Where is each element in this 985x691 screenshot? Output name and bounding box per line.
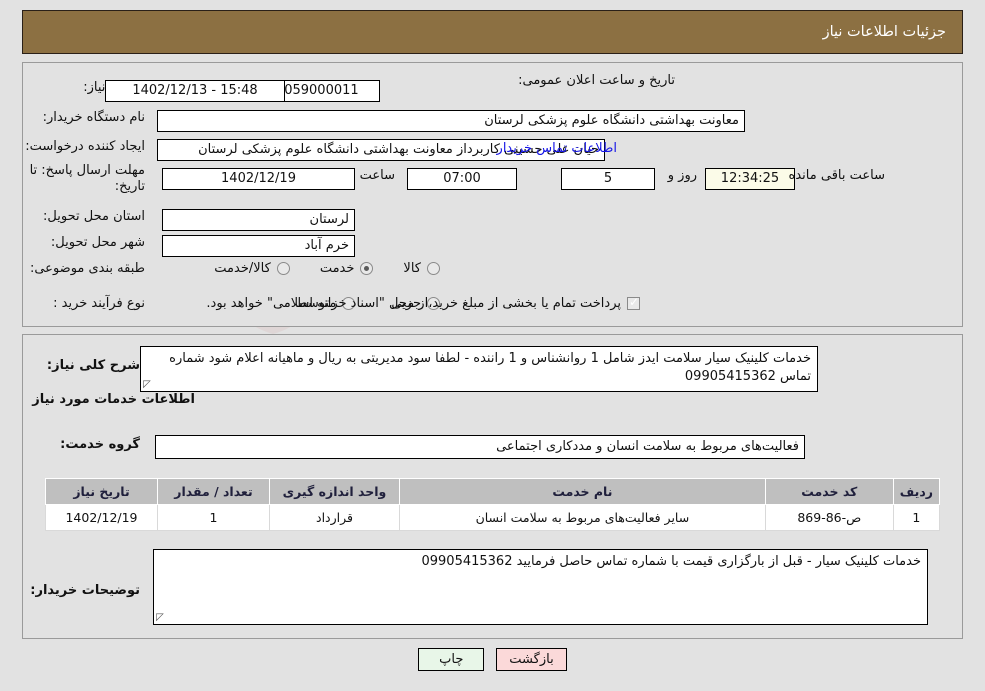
category-option-kala-khedmat[interactable]: کالا/خدمت bbox=[214, 261, 290, 276]
purchase-type-label: نوع فرآیند خرید : bbox=[53, 296, 145, 311]
cell-unit: قرارداد bbox=[269, 504, 400, 531]
buyer-org-field-wrap: معاونت بهداشتی دانشگاه علوم پزشکی لرستان bbox=[157, 110, 745, 132]
general-description-label: شرح کلی نیاز: bbox=[46, 358, 140, 373]
cell-code: ص-86-869 bbox=[764, 504, 894, 531]
column-header-date: تاریخ نیاز bbox=[45, 478, 158, 505]
buyer-contact-link[interactable]: اطلاعات تماس خریدار bbox=[497, 141, 617, 156]
buyer-notes-textarea[interactable]: خدمات کلینیک سیار - قبل از بارگزاری قیمت… bbox=[153, 549, 928, 625]
remaining-label-wrap: ساعت باقی مانده bbox=[789, 168, 885, 183]
column-header-quantity: تعداد / مقدار bbox=[157, 478, 270, 505]
radio-icon[interactable] bbox=[276, 262, 290, 275]
deadline-days-wrap: 5 bbox=[561, 168, 655, 190]
deadline-days-label-wrap: روز و bbox=[668, 168, 697, 183]
radio-icon[interactable] bbox=[427, 262, 440, 275]
deadline-date-field[interactable]: 1402/12/19 bbox=[162, 168, 355, 190]
city-label: شهر محل تحویل: bbox=[50, 235, 145, 250]
page-root: AniaTender.net جزئیات اطلاعات نیاز شماره… bbox=[0, 0, 985, 691]
buyer-org-label-wrap: نام دستگاه خریدار: bbox=[43, 110, 145, 125]
countdown-wrap: 12:34:25 bbox=[705, 168, 795, 190]
category-radio-group: کالا خدمت کالا/خدمت bbox=[214, 261, 440, 276]
city-field-wrap: خرم آباد bbox=[162, 235, 355, 257]
deadline-hour-wrap: 07:00 bbox=[407, 168, 517, 190]
province-label-wrap: استان محل تحویل: bbox=[43, 209, 145, 224]
treasury-checkbox-wrap[interactable]: پرداخت تمام یا بخشی از مبلغ خرید،از محل … bbox=[206, 295, 640, 311]
deadline-days-label: روز و bbox=[667, 168, 697, 183]
action-button-bar: بازگشت چاپ bbox=[0, 648, 985, 671]
service-group-label-wrap: گروه خدمت: bbox=[60, 437, 140, 452]
service-group-field-wrap: فعالیت‌های مربوط به سلامت انسان و مددکار… bbox=[155, 435, 805, 459]
table-header-row: ردیف کد خدمت نام خدمت واحد اندازه گیری ت… bbox=[45, 478, 941, 505]
cell-date: 1402/12/19 bbox=[45, 504, 158, 531]
countdown-timer: 12:34:25 bbox=[705, 168, 795, 190]
column-header-code: کد خدمت bbox=[764, 478, 894, 505]
radio-icon[interactable] bbox=[360, 262, 374, 275]
announce-datetime-field-wrap: 1402/12/13 - 15:48 bbox=[105, 80, 285, 102]
deadline-hour-label-wrap: ساعت bbox=[360, 168, 395, 183]
column-header-unit: واحد اندازه گیری bbox=[269, 478, 400, 505]
cell-index: 1 bbox=[892, 504, 941, 531]
city-field[interactable]: خرم آباد bbox=[162, 235, 355, 257]
general-description-value: خدمات کلینیک سیار سلامت ایدز شامل 1 روان… bbox=[169, 351, 811, 384]
services-table: ردیف کد خدمت نام خدمت واحد اندازه گیری ت… bbox=[45, 478, 941, 531]
category-option-label: کالا bbox=[403, 261, 421, 276]
services-section-heading: اطلاعات خدمات مورد نیاز bbox=[32, 392, 195, 407]
deadline-remaining-label: ساعت باقی مانده bbox=[788, 168, 885, 183]
category-label: طبقه بندی موضوعی: bbox=[29, 261, 145, 276]
buyer-org-field[interactable]: معاونت بهداشتی دانشگاه علوم پزشکی لرستان bbox=[157, 110, 745, 132]
buyer-notes-label-wrap: توضیحات خریدار: bbox=[30, 583, 140, 598]
cell-name: سایر فعالیت‌های مربوط به سلامت انسان bbox=[399, 504, 766, 531]
deadline-hour-field[interactable]: 07:00 bbox=[407, 168, 517, 190]
service-group-label: گروه خدمت: bbox=[60, 437, 140, 452]
page-title: جزئیات اطلاعات نیاز bbox=[822, 24, 946, 40]
city-label-wrap: شهر محل تحویل: bbox=[51, 235, 145, 250]
column-header-index: ردیف bbox=[892, 478, 941, 505]
deadline-days-field[interactable]: 5 bbox=[561, 168, 655, 190]
announce-datetime-label: تاریخ و ساعت اعلان عمومی: bbox=[518, 72, 675, 88]
buyer-notes-value: خدمات کلینیک سیار - قبل از بارگزاری قیمت… bbox=[421, 554, 921, 569]
checkbox-icon[interactable] bbox=[627, 295, 640, 310]
category-option-khedmat[interactable]: خدمت bbox=[320, 261, 374, 276]
province-field[interactable]: لرستان bbox=[162, 209, 355, 231]
category-option-label: کالا/خدمت bbox=[214, 261, 271, 276]
province-label: استان محل تحویل: bbox=[43, 209, 145, 224]
resize-grip-icon[interactable]: ◹ bbox=[143, 379, 153, 390]
column-header-name: نام خدمت bbox=[399, 478, 766, 505]
print-button[interactable]: چاپ bbox=[418, 648, 485, 671]
category-option-kala[interactable]: کالا bbox=[403, 261, 440, 276]
deadline-date-wrap: 1402/12/19 bbox=[162, 168, 355, 190]
deadline-hour-label: ساعت bbox=[359, 168, 395, 183]
deadline-label: مهلت ارسال پاسخ: تا تاریخ: bbox=[29, 163, 145, 194]
requester-label-wrap: ایجاد کننده درخواست: bbox=[25, 139, 145, 154]
deadline-label-wrap: مهلت ارسال پاسخ: تا تاریخ: bbox=[25, 163, 145, 195]
cell-quantity: 1 bbox=[157, 504, 270, 531]
buyer-org-label: نام دستگاه خریدار: bbox=[42, 110, 145, 125]
page-header-bar: جزئیات اطلاعات نیاز bbox=[22, 10, 963, 54]
treasury-checkbox-label: پرداخت تمام یا بخشی از مبلغ خرید،از محل … bbox=[206, 296, 621, 311]
service-group-field[interactable]: فعالیت‌های مربوط به سلامت انسان و مددکار… bbox=[155, 435, 805, 459]
category-option-label: خدمت bbox=[319, 261, 355, 276]
category-label-wrap: طبقه بندی موضوعی: bbox=[30, 261, 145, 276]
general-description-label-wrap: شرح کلی نیاز: bbox=[47, 358, 140, 373]
requester-label: ایجاد کننده درخواست: bbox=[25, 139, 145, 154]
resize-grip-icon[interactable]: ◹ bbox=[156, 612, 166, 623]
table-row: 1 ص-86-869 سایر فعالیت‌های مربوط به سلام… bbox=[45, 504, 941, 531]
general-description-textarea[interactable]: خدمات کلینیک سیار سلامت ایدز شامل 1 روان… bbox=[140, 346, 818, 392]
back-button[interactable]: بازگشت bbox=[496, 648, 567, 671]
announce-datetime-field[interactable]: 1402/12/13 - 15:48 bbox=[105, 80, 285, 102]
province-field-wrap: لرستان bbox=[162, 209, 355, 231]
buyer-notes-label: توضیحات خریدار: bbox=[30, 583, 140, 598]
purchase-type-label-wrap: نوع فرآیند خرید : bbox=[53, 296, 145, 311]
